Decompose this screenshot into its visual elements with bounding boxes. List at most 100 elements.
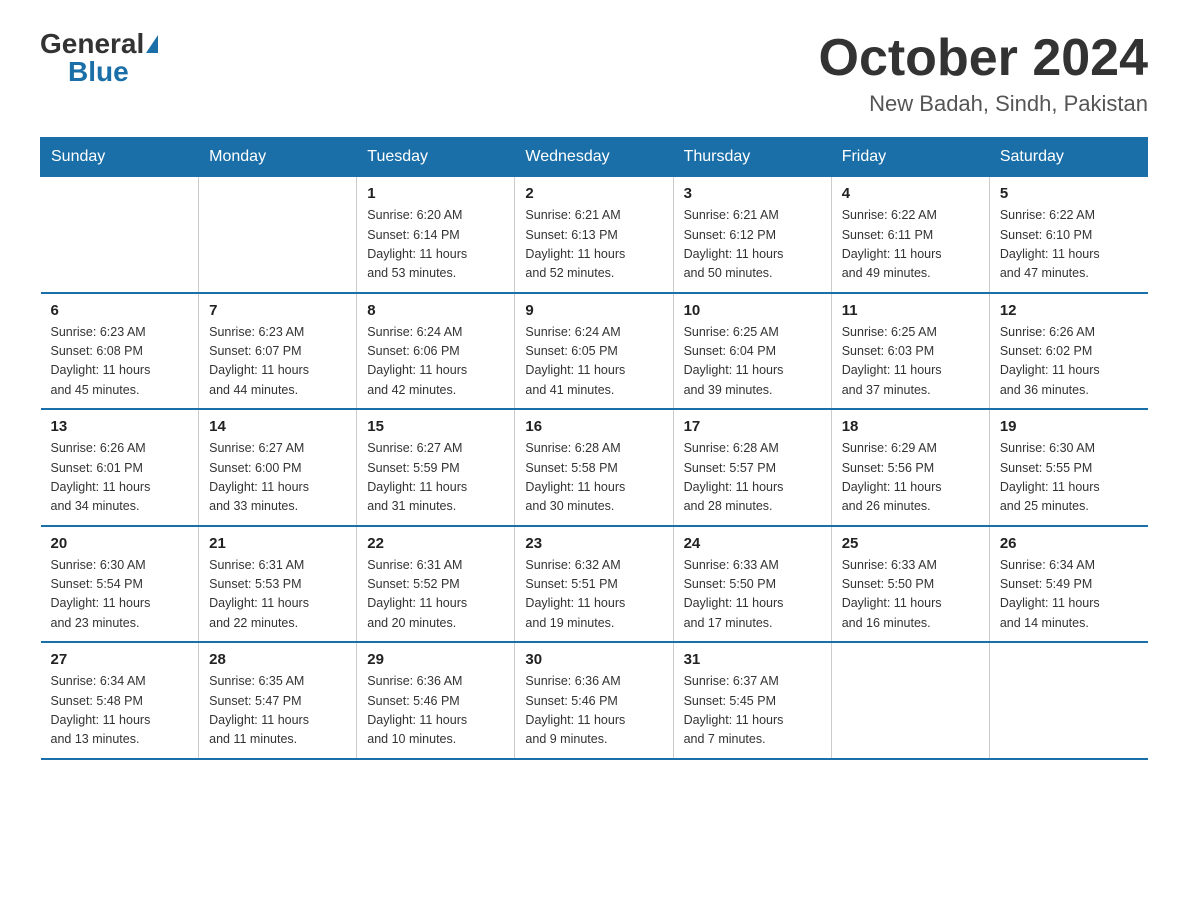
day-info: Sunrise: 6:30 AM Sunset: 5:54 PM Dayligh… — [51, 556, 189, 634]
day-number: 11 — [842, 302, 979, 319]
calendar-cell: 6 Sunrise: 6:23 AM Sunset: 6:08 PM Daylig… — [41, 293, 199, 410]
title-area: October 2024 New Badah, Sindh, Pakistan — [819, 30, 1149, 117]
calendar-cell: 30 Sunrise: 6:36 AM Sunset: 5:46 PM Dayli… — [515, 642, 673, 759]
day-number: 2 — [525, 185, 662, 202]
day-info: Sunrise: 6:25 AM Sunset: 6:04 PM Dayligh… — [684, 323, 821, 401]
day-number: 18 — [842, 418, 979, 435]
calendar-cell: 28 Sunrise: 6:35 AM Sunset: 5:47 PM Dayli… — [199, 642, 357, 759]
weekday-header-thursday: Thursday — [673, 138, 831, 177]
day-number: 4 — [842, 185, 979, 202]
day-info: Sunrise: 6:31 AM Sunset: 5:53 PM Dayligh… — [209, 556, 346, 634]
calendar-cell: 9 Sunrise: 6:24 AM Sunset: 6:05 PM Daylig… — [515, 293, 673, 410]
day-info: Sunrise: 6:21 AM Sunset: 6:12 PM Dayligh… — [684, 206, 821, 284]
day-number: 20 — [51, 535, 189, 552]
day-number: 30 — [525, 651, 662, 668]
calendar-cell — [989, 642, 1147, 759]
day-info: Sunrise: 6:32 AM Sunset: 5:51 PM Dayligh… — [525, 556, 662, 634]
day-number: 28 — [209, 651, 346, 668]
calendar-cell: 14 Sunrise: 6:27 AM Sunset: 6:00 PM Dayli… — [199, 409, 357, 526]
calendar-cell: 3Sunrise: 6:21 AM Sunset: 6:12 PM Daylig… — [673, 177, 831, 293]
day-number: 13 — [51, 418, 189, 435]
location: New Badah, Sindh, Pakistan — [819, 91, 1149, 117]
calendar-cell: 19Sunrise: 6:30 AM Sunset: 5:55 PM Dayli… — [989, 409, 1147, 526]
day-number: 29 — [367, 651, 504, 668]
day-info: Sunrise: 6:23 AM Sunset: 6:08 PM Dayligh… — [51, 323, 189, 401]
calendar-cell: 16Sunrise: 6:28 AM Sunset: 5:58 PM Dayli… — [515, 409, 673, 526]
calendar-cell: 31 Sunrise: 6:37 AM Sunset: 5:45 PM Dayli… — [673, 642, 831, 759]
day-info: Sunrise: 6:34 AM Sunset: 5:49 PM Dayligh… — [1000, 556, 1138, 634]
day-info: Sunrise: 6:28 AM Sunset: 5:58 PM Dayligh… — [525, 439, 662, 517]
week-row-2: 6 Sunrise: 6:23 AM Sunset: 6:08 PM Daylig… — [41, 293, 1148, 410]
day-info: Sunrise: 6:34 AM Sunset: 5:48 PM Dayligh… — [51, 672, 189, 750]
day-number: 8 — [367, 302, 504, 319]
weekday-header-row: SundayMondayTuesdayWednesdayThursdayFrid… — [41, 138, 1148, 177]
calendar-cell: 5 Sunrise: 6:22 AM Sunset: 6:10 PM Daylig… — [989, 177, 1147, 293]
calendar-cell: 11 Sunrise: 6:25 AM Sunset: 6:03 PM Dayli… — [831, 293, 989, 410]
day-info: Sunrise: 6:20 AM Sunset: 6:14 PM Dayligh… — [367, 206, 504, 284]
calendar-cell: 4 Sunrise: 6:22 AM Sunset: 6:11 PM Daylig… — [831, 177, 989, 293]
day-info: Sunrise: 6:21 AM Sunset: 6:13 PM Dayligh… — [525, 206, 662, 284]
day-number: 9 — [525, 302, 662, 319]
calendar-cell: 17 Sunrise: 6:28 AM Sunset: 5:57 PM Dayli… — [673, 409, 831, 526]
calendar-cell: 25Sunrise: 6:33 AM Sunset: 5:50 PM Dayli… — [831, 526, 989, 643]
weekday-header-monday: Monday — [199, 138, 357, 177]
day-number: 5 — [1000, 185, 1138, 202]
week-row-5: 27Sunrise: 6:34 AM Sunset: 5:48 PM Dayli… — [41, 642, 1148, 759]
calendar-cell: 20 Sunrise: 6:30 AM Sunset: 5:54 PM Dayli… — [41, 526, 199, 643]
calendar-cell: 12Sunrise: 6:26 AM Sunset: 6:02 PM Dayli… — [989, 293, 1147, 410]
day-number: 1 — [367, 185, 504, 202]
calendar-cell: 15 Sunrise: 6:27 AM Sunset: 5:59 PM Dayli… — [357, 409, 515, 526]
day-info: Sunrise: 6:29 AM Sunset: 5:56 PM Dayligh… — [842, 439, 979, 517]
day-info: Sunrise: 6:37 AM Sunset: 5:45 PM Dayligh… — [684, 672, 821, 750]
day-number: 7 — [209, 302, 346, 319]
day-number: 31 — [684, 651, 821, 668]
calendar-cell — [831, 642, 989, 759]
calendar-cell: 1 Sunrise: 6:20 AM Sunset: 6:14 PM Daylig… — [357, 177, 515, 293]
day-info: Sunrise: 6:33 AM Sunset: 5:50 PM Dayligh… — [684, 556, 821, 634]
weekday-header-wednesday: Wednesday — [515, 138, 673, 177]
logo-triangle-icon — [146, 35, 158, 53]
calendar-cell: 7 Sunrise: 6:23 AM Sunset: 6:07 PM Daylig… — [199, 293, 357, 410]
weekday-header-tuesday: Tuesday — [357, 138, 515, 177]
calendar-cell: 21Sunrise: 6:31 AM Sunset: 5:53 PM Dayli… — [199, 526, 357, 643]
day-number: 15 — [367, 418, 504, 435]
day-number: 6 — [51, 302, 189, 319]
day-info: Sunrise: 6:22 AM Sunset: 6:10 PM Dayligh… — [1000, 206, 1138, 284]
day-info: Sunrise: 6:23 AM Sunset: 6:07 PM Dayligh… — [209, 323, 346, 401]
day-number: 24 — [684, 535, 821, 552]
day-number: 22 — [367, 535, 504, 552]
calendar-cell: 27Sunrise: 6:34 AM Sunset: 5:48 PM Dayli… — [41, 642, 199, 759]
calendar-cell: 24 Sunrise: 6:33 AM Sunset: 5:50 PM Dayli… — [673, 526, 831, 643]
logo-general-text: General — [40, 30, 144, 58]
day-number: 10 — [684, 302, 821, 319]
calendar-cell: 10 Sunrise: 6:25 AM Sunset: 6:04 PM Dayli… — [673, 293, 831, 410]
logo-blue-text: Blue — [68, 58, 129, 86]
calendar-cell — [41, 177, 199, 293]
weekday-header-sunday: Sunday — [41, 138, 199, 177]
day-info: Sunrise: 6:27 AM Sunset: 5:59 PM Dayligh… — [367, 439, 504, 517]
day-info: Sunrise: 6:35 AM Sunset: 5:47 PM Dayligh… — [209, 672, 346, 750]
logo: General Blue — [40, 30, 158, 86]
day-info: Sunrise: 6:25 AM Sunset: 6:03 PM Dayligh… — [842, 323, 979, 401]
weekday-header-saturday: Saturday — [989, 138, 1147, 177]
calendar-cell: 8 Sunrise: 6:24 AM Sunset: 6:06 PM Daylig… — [357, 293, 515, 410]
day-number: 23 — [525, 535, 662, 552]
calendar-cell: 18 Sunrise: 6:29 AM Sunset: 5:56 PM Dayli… — [831, 409, 989, 526]
day-number: 17 — [684, 418, 821, 435]
day-info: Sunrise: 6:36 AM Sunset: 5:46 PM Dayligh… — [367, 672, 504, 750]
day-number: 14 — [209, 418, 346, 435]
calendar-cell: 23 Sunrise: 6:32 AM Sunset: 5:51 PM Dayli… — [515, 526, 673, 643]
calendar-cell: 26 Sunrise: 6:34 AM Sunset: 5:49 PM Dayli… — [989, 526, 1147, 643]
day-info: Sunrise: 6:28 AM Sunset: 5:57 PM Dayligh… — [684, 439, 821, 517]
day-info: Sunrise: 6:22 AM Sunset: 6:11 PM Dayligh… — [842, 206, 979, 284]
calendar-cell — [199, 177, 357, 293]
calendar-cell: 29 Sunrise: 6:36 AM Sunset: 5:46 PM Dayli… — [357, 642, 515, 759]
day-info: Sunrise: 6:36 AM Sunset: 5:46 PM Dayligh… — [525, 672, 662, 750]
day-info: Sunrise: 6:27 AM Sunset: 6:00 PM Dayligh… — [209, 439, 346, 517]
week-row-4: 20 Sunrise: 6:30 AM Sunset: 5:54 PM Dayli… — [41, 526, 1148, 643]
day-info: Sunrise: 6:26 AM Sunset: 6:02 PM Dayligh… — [1000, 323, 1138, 401]
day-info: Sunrise: 6:24 AM Sunset: 6:05 PM Dayligh… — [525, 323, 662, 401]
day-number: 26 — [1000, 535, 1138, 552]
page-header: General Blue October 2024 New Badah, Sin… — [40, 30, 1148, 117]
day-info: Sunrise: 6:24 AM Sunset: 6:06 PM Dayligh… — [367, 323, 504, 401]
